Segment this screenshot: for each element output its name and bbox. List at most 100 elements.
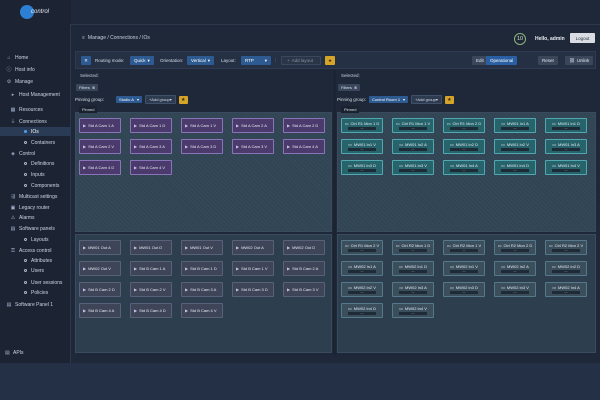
- right-filters-button[interactable]: Filters ⊗: [338, 84, 361, 91]
- io-card[interactable]: ▭ Ctrl R1 Mon 1 V ---: [392, 118, 434, 133]
- io-card[interactable]: ▶ Std A Cam 3 V: [232, 139, 274, 154]
- io-card[interactable]: ▶ MW01 Out D: [130, 240, 172, 255]
- io-card[interactable]: ▭ MW02 In3 D ---: [443, 282, 485, 297]
- io-card[interactable]: ▭ MW01 In4 V ---: [545, 160, 587, 175]
- io-card[interactable]: ▶ Std B Cam 4 D: [130, 303, 172, 318]
- sidebar-item-containers[interactable]: Containers: [0, 138, 71, 147]
- sidebar-item-multicast-settings[interactable]: ⇶ Multicast settings: [0, 192, 71, 201]
- io-card[interactable]: ▭ MW01 In1 A ---: [494, 118, 536, 133]
- io-card[interactable]: ▶ MW01 Out A: [79, 240, 121, 255]
- star-icon[interactable]: ★: [178, 95, 188, 104]
- sidebar-item-users[interactable]: Users: [0, 266, 71, 275]
- io-card[interactable]: ▶ Std A Cam 4 A: [283, 139, 325, 154]
- io-card[interactable]: ▭ MW02 In2 V ---: [341, 282, 383, 297]
- menu-icon[interactable]: ≡: [82, 35, 85, 41]
- notification-count[interactable]: 10: [514, 33, 526, 45]
- sidebar-item-host-info[interactable]: ⓘ Host info: [0, 65, 71, 74]
- add-layout-button[interactable]: + Add layout: [281, 56, 321, 65]
- io-card[interactable]: ▶ Std A Cam 3 A: [130, 139, 172, 154]
- io-card[interactable]: ▭ MW02 In2 A ---: [494, 261, 536, 276]
- sidebar-item-definitions[interactable]: Definitions: [0, 159, 71, 168]
- sidebar-item-connections[interactable]: ⏚ Connections: [0, 117, 71, 126]
- star-icon[interactable]: ★: [325, 56, 335, 65]
- io-card[interactable]: ▭ MW02 In1 D ---: [392, 261, 434, 276]
- io-card[interactable]: ▶ Std B Cam 1 A: [130, 261, 172, 276]
- sidebar-item-home[interactable]: ⌂ Home: [0, 53, 71, 62]
- left-add-group-button[interactable]: +Add group▾: [144, 95, 176, 104]
- column-divider[interactable]: [333, 70, 336, 355]
- io-card[interactable]: ▶ Std B Cam 4 A: [79, 303, 121, 318]
- io-card[interactable]: ▭ MW01 In3 A ---: [545, 139, 587, 154]
- sidebar-item-components[interactable]: Components: [0, 181, 71, 190]
- io-card[interactable]: ▶ Std A Cam 2 D: [283, 118, 325, 133]
- io-card[interactable]: ▶ Std A Cam 3 D: [181, 139, 223, 154]
- reset-button[interactable]: Reset: [538, 56, 558, 65]
- io-card[interactable]: ▶ Std B Cam 2 A: [283, 261, 325, 276]
- io-card[interactable]: ▭ MW02 In4 V ---: [392, 303, 434, 318]
- sidebar-item-user-sessions[interactable]: User sessions: [0, 278, 71, 287]
- io-card[interactable]: ▶ MW01 Out V: [181, 240, 223, 255]
- io-card[interactable]: ▭ MW02 In2 D ---: [545, 261, 587, 276]
- io-card[interactable]: ▭ Ctrl R1 Mon 2 D ---: [443, 118, 485, 133]
- io-card[interactable]: ▭ MW01 In2 D ---: [443, 139, 485, 154]
- io-card[interactable]: ▭ MW01 In3 D ---: [341, 160, 383, 175]
- io-card[interactable]: ▶ Std B Cam 2 V: [130, 282, 172, 297]
- io-card[interactable]: ▭ MW02 In4 A ---: [545, 282, 587, 297]
- orientation-select[interactable]: Vertical ▾: [187, 56, 215, 65]
- io-card[interactable]: ▭ MW02 In4 D ---: [341, 303, 383, 318]
- left-pinning-select[interactable]: Studio A ▾: [116, 96, 142, 103]
- io-card[interactable]: ▶ Std B Cam 2 D: [79, 282, 121, 297]
- sidebar-item-software-panels[interactable]: ▤ Software panels: [0, 224, 71, 233]
- io-card[interactable]: ▭ Ctrl R2 Mon 2 D ---: [494, 240, 536, 255]
- io-card[interactable]: ▭ Ctrl R2 Mon 2 V ---: [545, 240, 587, 255]
- io-card[interactable]: ▶ Std A Cam 4 V: [130, 160, 172, 175]
- io-card[interactable]: ▶ Std A Cam 1 D: [130, 118, 172, 133]
- io-card[interactable]: ▶ Std A Cam 1 V: [181, 118, 223, 133]
- left-filters-button[interactable]: Filters ⊗: [76, 84, 99, 91]
- io-card[interactable]: ▭ Ctrl R2 Mon 1 D ---: [392, 240, 434, 255]
- io-card[interactable]: ▶ Std A Cam 4 D: [79, 160, 121, 175]
- io-card[interactable]: ▶ MW02 Out D: [283, 240, 325, 255]
- io-card[interactable]: ▭ MW01 In4 A ---: [443, 160, 485, 175]
- io-card[interactable]: ▶ Std A Cam 2 A: [232, 118, 274, 133]
- io-card[interactable]: ▭ MW01 In4 D ---: [494, 160, 536, 175]
- sidebar-item-apis[interactable]: ▤ APIs: [0, 347, 71, 359]
- logo[interactable]: control: [0, 0, 71, 24]
- unlink-button[interactable]: ⛓ Unlink: [565, 56, 594, 65]
- io-card[interactable]: ▶ Std A Cam 1 A: [79, 118, 121, 133]
- layout-select[interactable]: RTP ▾: [241, 56, 271, 65]
- io-card[interactable]: ▶ Std A Cam 2 V: [79, 139, 121, 154]
- right-pinning-select[interactable]: Control Room 1 ▾: [369, 96, 409, 103]
- io-card[interactable]: ▶ Std B Cam 3 V: [283, 282, 325, 297]
- io-card[interactable]: ▶ Std B Cam 4 V: [181, 303, 223, 318]
- io-card[interactable]: ▭ MW02 In1 V ---: [443, 261, 485, 276]
- sidebar-item-access-control[interactable]: ⚿ Access control: [0, 246, 71, 255]
- sidebar-item-policies[interactable]: Policies: [0, 288, 71, 297]
- sidebar-item-software-panel-1[interactable]: ▤ Software Panel 1: [0, 300, 71, 309]
- shuffle-icon[interactable]: ✕: [81, 56, 91, 65]
- io-card[interactable]: ▭ Ctrl R1 Mon 2 V ---: [341, 240, 383, 255]
- sidebar-item-attributes[interactable]: Attributes: [0, 256, 71, 265]
- io-card[interactable]: ▭ MW01 In1 D ---: [545, 118, 587, 133]
- operational-button[interactable]: Operational: [486, 56, 518, 65]
- io-card[interactable]: ▶ Std B Cam 3 A: [181, 282, 223, 297]
- io-card[interactable]: ▶ Std B Cam 1 V: [232, 261, 274, 276]
- routing-mode-select[interactable]: Quick ▾: [130, 56, 154, 65]
- sidebar-item-control[interactable]: ◈ Control: [0, 149, 71, 158]
- io-card[interactable]: ▭ MW02 In3 V ---: [494, 282, 536, 297]
- sidebar-item-inputs[interactable]: Inputs: [0, 170, 71, 179]
- io-card[interactable]: ▭ MW01 In3 V ---: [392, 160, 434, 175]
- io-card[interactable]: ▭ MW02 In1 A ---: [341, 261, 383, 276]
- io-card[interactable]: ▭ MW02 In3 A ---: [392, 282, 434, 297]
- sidebar-item-manage[interactable]: ⚙ Manage: [0, 77, 71, 86]
- logout-button[interactable]: Logout: [570, 33, 595, 43]
- sidebar-item-layouts[interactable]: Layouts: [0, 235, 71, 244]
- io-card[interactable]: ▭ MW01 In2 A ---: [392, 139, 434, 154]
- io-card[interactable]: ▶ Std B Cam 1 D: [181, 261, 223, 276]
- io-card[interactable]: ▶ Std B Cam 3 D: [232, 282, 274, 297]
- io-card[interactable]: ▭ Ctrl R2 Mon 1 V ---: [443, 240, 485, 255]
- sidebar-item-ios[interactable]: IOs: [0, 127, 71, 136]
- sidebar-item-resources[interactable]: ▦ Resources: [0, 105, 71, 114]
- io-card[interactable]: ▭ Ctrl R1 Mon 1 D ---: [341, 118, 383, 133]
- sidebar-item-legacy-router[interactable]: ▣ Legacy router: [0, 203, 71, 212]
